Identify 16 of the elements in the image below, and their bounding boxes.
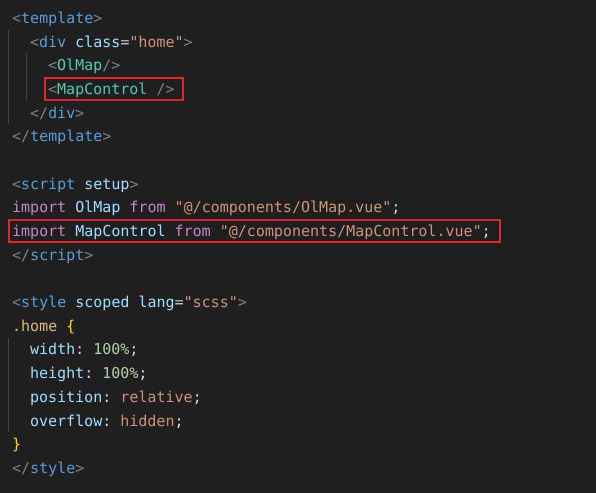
code-line: <div class="home"> [29, 32, 194, 53]
code-line: import OlMap from "@/components/OlMap.vue"; [11, 197, 402, 218]
code-line: <script setup> [11, 174, 140, 195]
code-line: </script> [11, 244, 94, 266]
code-line: <template> [11, 8, 104, 29]
code-line: } [11, 434, 22, 456]
code-line: <style scoped lang="scss"> [11, 292, 248, 314]
code-line: <OlMap/> [47, 55, 122, 76]
code-line: </div> [29, 102, 86, 124]
code-line: </style> [11, 458, 86, 479]
code-line: overflow: hidden; [29, 410, 185, 432]
code-line: position: relative; [29, 386, 203, 408]
code-line: height: 100%; [29, 363, 148, 384]
code-line: .home { [11, 316, 76, 337]
code-line: </template> [11, 126, 112, 148]
code-line: width: 100%; [29, 339, 140, 360]
